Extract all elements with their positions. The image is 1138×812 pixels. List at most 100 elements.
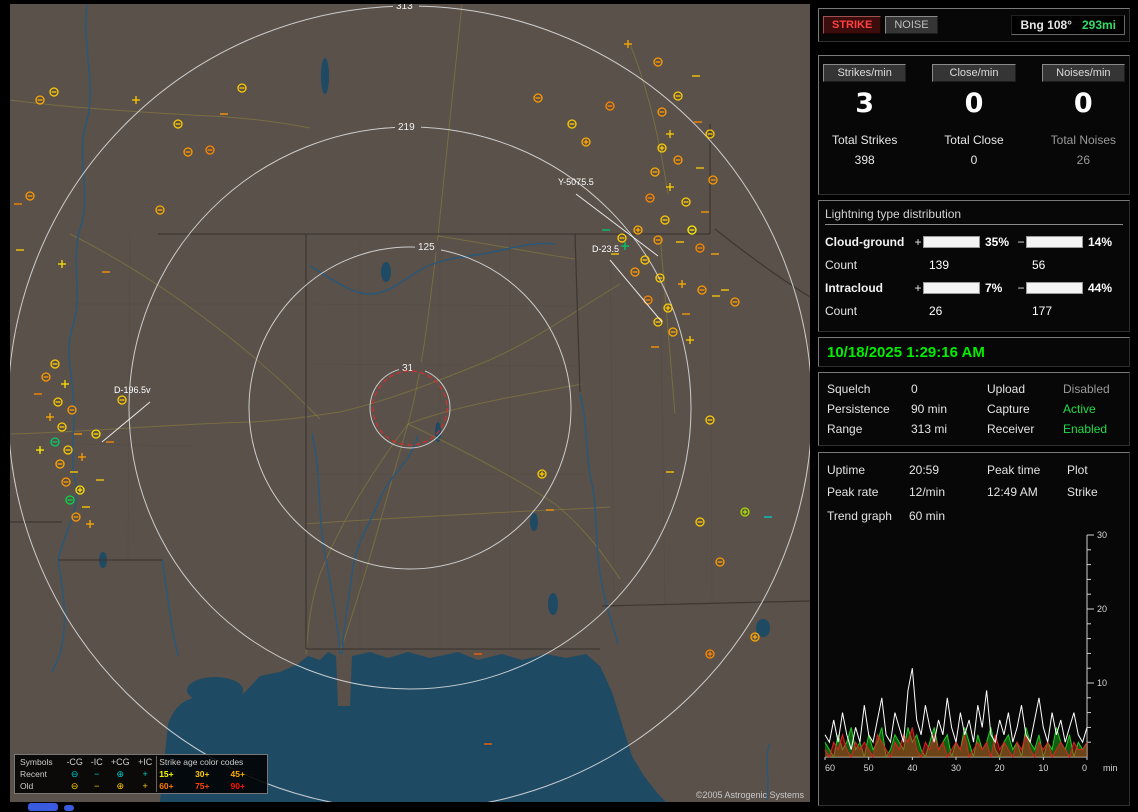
status-box: Squelch 0 Upload Disabled Persistence 90…: [818, 372, 1130, 446]
recent-pic-icon: +: [142, 769, 148, 779]
cloud-ground-row: Cloud-ground + 35% − 14%: [825, 231, 1123, 253]
taskbar-fragment: [28, 803, 58, 811]
svg-text:D-23.5: D-23.5: [592, 244, 619, 254]
cg-minus-percent: 14%: [1088, 235, 1113, 249]
total-strikes-label: Total Strikes: [831, 133, 898, 147]
rates-box: Strikes/min Close/min Noises/min 3 0 0 T…: [818, 55, 1130, 195]
svg-text:125: 125: [418, 242, 435, 253]
capture-value: Active: [1063, 402, 1096, 416]
stats-row: Peak rate 12/min 12:49 AM Strike: [821, 481, 1127, 503]
lake: [321, 58, 329, 94]
roads: [10, 4, 676, 655]
peak-time-label: Peak time: [987, 463, 1041, 477]
map-legend: Symbols -CG -IC +CG +IC Strike age color…: [14, 754, 268, 794]
old-nic-icon: −: [94, 781, 100, 791]
trend-box: Uptime 20:59 Peak time Plot Peak rate 12…: [818, 452, 1130, 806]
app-window: { "map": { "center": {"x": 400, "y": 404…: [0, 0, 1138, 812]
svg-text:60: 60: [825, 763, 835, 773]
lake-pontchartrain: [187, 677, 243, 703]
taskbar-fragment: [64, 805, 74, 811]
range-value: 313 mi: [911, 422, 948, 436]
cg-minus-bar: [1026, 236, 1083, 248]
svg-text:313: 313: [396, 4, 413, 12]
status-row: Range 313 mi Receiver Enabled: [827, 419, 1121, 439]
cg-minus-count: 56: [1032, 258, 1046, 272]
persistence-value: 90 min: [911, 402, 948, 416]
datetime-box: 10/18/2025 1:29:16 AM: [818, 337, 1130, 367]
ic-minus-percent: 44%: [1088, 281, 1113, 295]
ic-minus-count: 177: [1032, 304, 1053, 318]
distribution-box: Lightning type distribution Cloud-ground…: [818, 200, 1130, 332]
copyright-text: ©2005 Astrogenic Systems: [695, 790, 804, 800]
cg-plus-count: 139: [929, 258, 950, 272]
plus-sign: +: [914, 235, 922, 249]
recent-nic-icon: −: [94, 769, 100, 779]
strikes-per-min-button[interactable]: Strikes/min: [823, 64, 907, 82]
trend-chart: 10 20 30 60 50 40 30 20 10 0 min: [824, 531, 1118, 773]
noises-per-min-button[interactable]: Noises/min: [1041, 64, 1125, 82]
svg-text:20: 20: [1097, 604, 1107, 614]
lake: [530, 513, 538, 531]
squelch-value: 0: [911, 382, 918, 396]
svg-text:31: 31: [402, 363, 414, 374]
strike-mode-button[interactable]: STRIKE: [823, 16, 882, 34]
persistence-label: Persistence: [827, 402, 890, 416]
legend-header-ncg: -CG: [66, 757, 83, 767]
status-row: Squelch 0 Upload Disabled: [827, 379, 1121, 399]
plus-sign: +: [914, 281, 922, 295]
trend-graph-row: Trend graph 60 min: [821, 503, 1127, 529]
capture-label: Capture: [987, 402, 1030, 416]
legend-row-old: Old: [20, 781, 34, 791]
distribution-title: Lightning type distribution: [825, 205, 1123, 225]
intracloud-count-row: Count 26 177: [825, 299, 1123, 323]
close-per-min-value: 0: [964, 88, 984, 119]
bearing-distance: 293mi: [1081, 18, 1116, 32]
lake: [381, 262, 391, 282]
age-15: 15+: [156, 768, 194, 780]
mode-toolbar: STRIKE NOISE Bng 108° 293mi: [818, 8, 1130, 42]
old-ncg-icon: ⊖: [70, 781, 79, 791]
minus-sign: −: [1017, 235, 1025, 249]
total-strikes-value: 398: [854, 153, 875, 167]
status-row: Persistence 90 min Capture Active: [827, 399, 1121, 419]
svg-text:40: 40: [907, 763, 917, 773]
storm-track-labels: Y-5075.5 D-23.5 D-196.5v: [101, 177, 663, 443]
age-45: 45+: [230, 769, 245, 779]
trend-graph-label: Trend graph: [827, 509, 892, 523]
peak-time-value: 12:49 AM: [987, 485, 1038, 499]
intracloud-label: Intracloud: [825, 281, 884, 295]
svg-text:10: 10: [1097, 678, 1107, 688]
age-75: 75+: [195, 781, 210, 791]
svg-text:30: 30: [1097, 531, 1107, 540]
noise-mode-button[interactable]: NOISE: [885, 16, 938, 34]
map-svg: 313 219 125 31 Y-5075.5 D-23.5 D-196.5v: [10, 4, 810, 802]
count-label: Count: [825, 304, 858, 318]
plot-value: Strike: [1067, 485, 1098, 499]
age-90: 90+: [230, 781, 245, 791]
upload-label: Upload: [987, 382, 1026, 396]
svg-text:D-196.5v: D-196.5v: [114, 385, 151, 395]
uptime-value: 20:59: [909, 463, 940, 477]
ic-minus-bar: [1026, 282, 1083, 294]
minus-sign: −: [1017, 281, 1025, 295]
svg-text:219: 219: [398, 122, 415, 133]
legend-header-pcg: +CG: [110, 757, 130, 767]
datetime-display: 10/18/2025 1:29:16 AM: [827, 343, 985, 361]
svg-text:min: min: [1103, 763, 1118, 773]
ic-plus-bar: [923, 282, 980, 294]
lake: [548, 593, 558, 615]
close-per-min-button[interactable]: Close/min: [932, 64, 1016, 82]
legend-row-recent: Recent: [20, 769, 47, 779]
receiver-value: Enabled: [1063, 422, 1108, 436]
map-canvas[interactable]: 313 219 125 31 Y-5075.5 D-23.5 D-196.5v Symbo…: [10, 4, 810, 802]
uptime-label: Uptime: [827, 463, 866, 477]
receiver-label: Receiver: [987, 422, 1035, 436]
svg-text:20: 20: [995, 763, 1005, 773]
total-close-label: Total Close: [944, 133, 1004, 147]
plot-label: Plot: [1067, 463, 1088, 477]
recent-ncg-icon: ⊖: [70, 769, 79, 779]
ic-plus-count: 26: [929, 304, 943, 318]
age-30: 30+: [195, 769, 210, 779]
cloud-ground-label: Cloud-ground: [825, 235, 905, 249]
legend-header-symbols: Symbols: [20, 757, 53, 767]
